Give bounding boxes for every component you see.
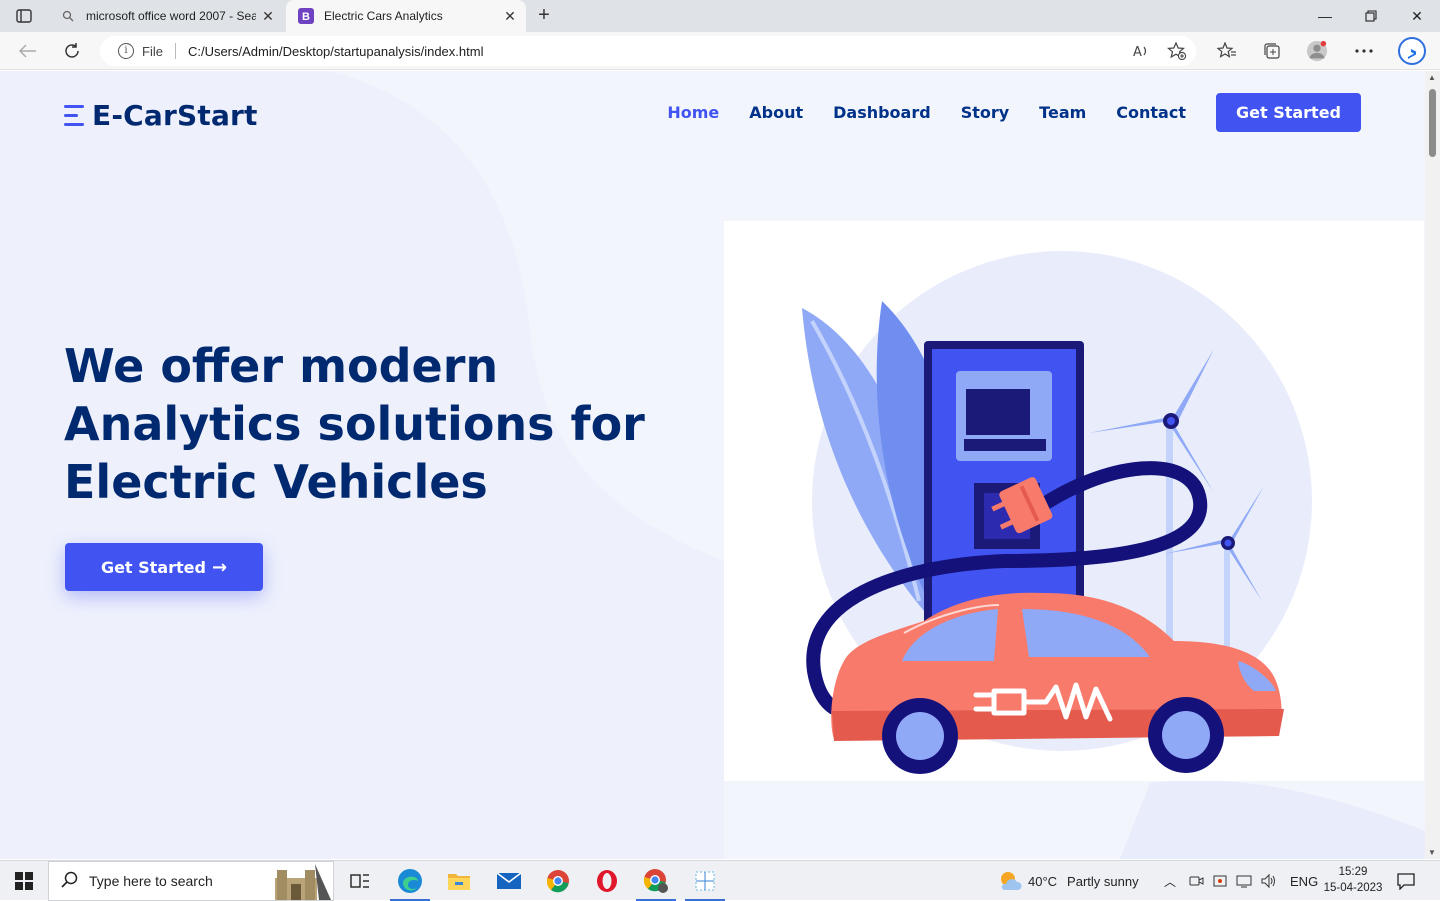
volume-icon[interactable]	[1260, 873, 1276, 889]
windows-start-icon[interactable]	[0, 861, 48, 901]
address-separator	[174, 43, 176, 59]
weather-temperature: 40°C	[1028, 873, 1058, 889]
svg-text:A: A	[1133, 45, 1142, 59]
add-favorite-icon[interactable]	[1166, 40, 1188, 62]
close-tab-icon[interactable]: ✕	[256, 8, 280, 25]
page-scrollbar[interactable]: ▲ ▼	[1425, 71, 1440, 859]
bing-chat-icon[interactable]	[1398, 36, 1426, 66]
logo-mark-icon	[64, 103, 86, 129]
weather-condition: Partly sunny	[1067, 873, 1139, 889]
chrome-profile-icon[interactable]	[632, 861, 680, 901]
nav-link-team[interactable]: Team	[1039, 103, 1086, 122]
bootstrap-favicon-icon: B	[298, 8, 314, 24]
nav-get-started-button[interactable]: Get Started	[1215, 93, 1361, 132]
main-navigation: Home About Dashboard Story Team Contact …	[637, 93, 1361, 132]
favorites-icon[interactable]	[1216, 40, 1238, 62]
search-placeholder: Type here to search	[89, 873, 213, 889]
close-window-button[interactable]: ✕	[1394, 0, 1440, 32]
collections-icon[interactable]	[1261, 40, 1283, 62]
edge-taskbar-icon[interactable]	[386, 861, 434, 901]
taskbar-search-input[interactable]: Type here to search	[48, 861, 334, 901]
snipping-tool-icon[interactable]	[681, 861, 729, 901]
system-tray: ︿ ENG	[1164, 861, 1318, 901]
profile-avatar[interactable]	[1306, 40, 1328, 62]
mail-icon[interactable]	[485, 861, 533, 901]
restore-button[interactable]	[1348, 0, 1394, 32]
webpage-viewport: E-CarStart Home About Dashboard Story Te…	[0, 71, 1425, 859]
weather-widget[interactable]: 40°C Partly sunny	[998, 861, 1139, 901]
chevron-up-icon[interactable]: ︿	[1164, 873, 1176, 890]
nav-link-story[interactable]: Story	[961, 103, 1009, 122]
refresh-icon[interactable]	[58, 37, 86, 65]
opera-icon[interactable]	[583, 861, 631, 901]
file-explorer-icon[interactable]	[435, 861, 483, 901]
minimize-button[interactable]: —	[1302, 0, 1348, 32]
nav-link-dashboard[interactable]: Dashboard	[833, 103, 931, 122]
back-icon[interactable]	[14, 37, 42, 65]
nav-link-contact[interactable]: Contact	[1116, 103, 1186, 122]
search-highlight-cathedral-icon	[275, 864, 331, 900]
browser-tab-search[interactable]: microsoft office word 2007 - Sea ✕	[48, 0, 284, 32]
windows-taskbar: Type here to search 40°C Partly sunny ︿ …	[0, 860, 1440, 901]
tab-actions-icon[interactable]	[10, 6, 38, 26]
nav-link-home[interactable]: Home	[667, 103, 719, 122]
url-text: C:/Users/Admin/Desktop/startupanalysis/i…	[187, 43, 484, 59]
taskbar-clock[interactable]: 15:29 15-04-2023	[1318, 864, 1388, 896]
scroll-down-icon[interactable]: ▼	[1428, 848, 1436, 857]
address-toolbar: i File C:/Users/Admin/Desktop/startupana…	[0, 32, 1440, 70]
search-icon	[61, 871, 79, 892]
read-aloud-icon[interactable]: A	[1130, 40, 1152, 62]
chrome-icon[interactable]	[534, 861, 582, 901]
security-icon[interactable]	[1212, 873, 1228, 889]
scroll-up-icon[interactable]: ▲	[1428, 73, 1436, 82]
browser-tab-active[interactable]: B Electric Cars Analytics ✕	[286, 0, 526, 32]
task-view-icon[interactable]	[336, 861, 384, 901]
address-scheme-label: File	[142, 43, 163, 59]
nav-link-about[interactable]: About	[749, 103, 803, 122]
tab-title: microsoft office word 2007 - Sea	[86, 9, 256, 23]
notification-icon[interactable]	[1396, 861, 1416, 901]
hero-heading: We offer modern Analytics solutions for …	[64, 339, 645, 509]
logo-text: E-CarStart	[92, 99, 258, 132]
site-logo[interactable]: E-CarStart	[64, 99, 258, 132]
close-tab-icon[interactable]: ✕	[498, 8, 522, 25]
hero-get-started-button[interactable]: Get Started →	[65, 543, 263, 591]
more-options-icon[interactable]	[1353, 40, 1375, 62]
hero-illustration	[724, 221, 1424, 781]
svg-text:B: B	[302, 11, 310, 23]
tab-title: Electric Cars Analytics	[324, 9, 443, 23]
search-icon	[60, 8, 76, 24]
input-language[interactable]: ENG	[1290, 874, 1318, 889]
info-icon[interactable]: i	[118, 43, 134, 59]
hero-button-label: Get Started	[100, 557, 206, 577]
network-icon[interactable]	[1236, 873, 1252, 889]
partly-sunny-icon	[1001, 872, 1022, 890]
new-tab-button[interactable]: +	[532, 4, 556, 28]
scrollbar-thumb[interactable]	[1429, 89, 1436, 157]
meet-now-icon[interactable]	[1188, 873, 1204, 889]
clock-date: 15-04-2023	[1323, 882, 1383, 894]
browser-tab-strip: microsoft office word 2007 - Sea ✕ B Ele…	[0, 0, 1440, 32]
clock-time: 15:29	[1338, 866, 1368, 878]
address-bar[interactable]: i File C:/Users/Admin/Desktop/startupana…	[100, 36, 1196, 66]
arrow-right-icon: →	[211, 556, 228, 578]
